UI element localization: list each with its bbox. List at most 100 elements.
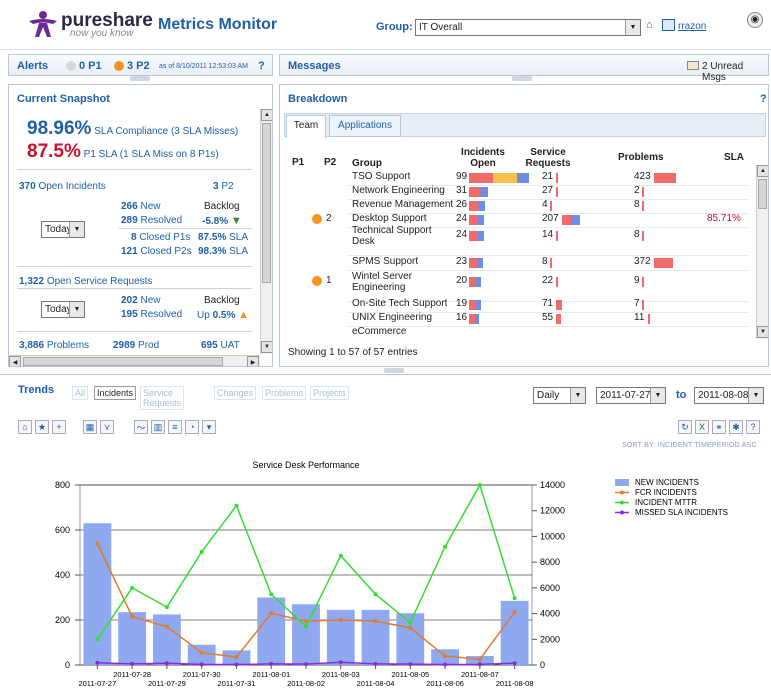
table-row[interactable]: Revenue Management 26 4 8 xyxy=(280,199,750,213)
series-point xyxy=(443,654,448,658)
hscroll-thumb[interactable] xyxy=(23,357,223,366)
bar-chart-icon[interactable]: ▥ xyxy=(151,420,165,434)
open-sr-count[interactable]: 1,322 xyxy=(19,276,44,287)
scroll-left-icon[interactable]: ◀ xyxy=(9,356,21,366)
sr-period-select[interactable]: Today ▼ xyxy=(41,301,85,318)
table-row[interactable]: eCommerce xyxy=(280,326,750,339)
row-group: TSO Support xyxy=(352,171,411,182)
col-incidents-open[interactable]: Incidents Open xyxy=(458,147,508,169)
plus-icon[interactable]: + xyxy=(52,420,66,434)
table-row[interactable]: 2 Desktop Support 24 207 85.71% xyxy=(280,213,750,227)
scroll-up-icon[interactable]: ▲ xyxy=(757,165,768,177)
excel-icon[interactable]: X xyxy=(695,420,709,434)
help-icon[interactable]: ? xyxy=(746,420,760,434)
chevron-down-icon: ▼ xyxy=(650,388,665,403)
p2-count[interactable]: 3 xyxy=(213,181,219,192)
table-row[interactable]: UNIX Engineering 16 55 11 xyxy=(280,312,750,326)
closed-p1-label: Closed P1s xyxy=(139,232,191,243)
scroll-thumb[interactable] xyxy=(262,123,271,283)
incidents-bar xyxy=(469,314,479,324)
incidents-bar xyxy=(469,300,481,310)
granularity-select[interactable]: Daily ▼ xyxy=(533,387,586,404)
col-service-requests[interactable]: Service Requests xyxy=(518,147,578,169)
alerts-p2[interactable]: 3 P2 xyxy=(127,60,150,72)
scroll-thumb[interactable] xyxy=(758,179,767,209)
trend-tab-all[interactable]: All xyxy=(72,386,89,400)
unread-messages[interactable]: 2 Unread Msgs xyxy=(702,61,768,83)
problems-count[interactable]: 3,886 xyxy=(19,340,44,351)
snapshot-hscrollbar[interactable]: ◀ ▶ xyxy=(9,355,260,366)
sr-resolved-label: Resolved xyxy=(140,309,183,320)
y2-tick-label: 4000 xyxy=(540,609,560,619)
col-p2[interactable]: P2 xyxy=(324,157,336,168)
grid-icon[interactable]: ▦ xyxy=(83,420,97,434)
trend-tab-projects[interactable]: Projects xyxy=(310,386,349,400)
sr-bar xyxy=(556,173,558,183)
line-chart-icon[interactable]: 〜 xyxy=(134,420,148,434)
filter-icon[interactable]: ⋎ xyxy=(100,420,114,434)
splitter-handle[interactable] xyxy=(130,76,150,81)
trend-tab-service-requests[interactable]: Service Requests xyxy=(140,386,185,410)
help-icon[interactable]: ? xyxy=(760,93,767,105)
link-icon[interactable]: ⚭ xyxy=(712,420,726,434)
trend-tab-incidents[interactable]: Incidents xyxy=(94,386,137,400)
breakdown-panel: Breakdown ? Team Applications P1 P2 Grou… xyxy=(279,84,769,367)
table-row[interactable]: TSO Support 99 21 423 xyxy=(280,171,750,185)
user-link[interactable]: rrazon xyxy=(678,21,706,32)
col-group[interactable]: Group xyxy=(352,158,382,169)
app-title: Metrics Monitor xyxy=(158,16,278,33)
breakdown-scrollbar[interactable]: ▲ ▼ xyxy=(756,165,768,339)
table-row[interactable]: SPMS Support 23 8 372 xyxy=(280,256,750,270)
scroll-right-icon[interactable]: ▶ xyxy=(247,356,259,366)
y2-tick-label: 2000 xyxy=(540,634,560,644)
home-icon[interactable]: ⌂ xyxy=(646,19,653,31)
bar-new-incidents xyxy=(257,597,286,665)
stacked-chart-icon[interactable]: ≡ xyxy=(168,420,182,434)
star-icon[interactable]: ★ xyxy=(35,420,49,434)
incident-period-select[interactable]: Today ▼ xyxy=(41,221,85,238)
pie-chart-icon[interactable]: ◔ xyxy=(185,420,199,434)
trend-tab-problems[interactable]: Problems xyxy=(262,386,307,400)
series-point xyxy=(199,650,204,655)
tab-applications[interactable]: Applications xyxy=(329,115,401,137)
y2-tick-label: 10000 xyxy=(540,531,565,541)
help-icon[interactable]: ? xyxy=(258,60,265,72)
trend-tab-changes[interactable]: Changes xyxy=(214,386,257,400)
sort-label[interactable]: SORT BY: INCIDENT TIMEPERIOD ASC xyxy=(622,442,757,449)
x-tick-label: 2011-07-31 xyxy=(218,679,256,688)
scroll-up-icon[interactable]: ▲ xyxy=(261,109,272,121)
gear-icon[interactable]: ✱ xyxy=(729,420,743,434)
breakdown-title: Breakdown xyxy=(288,93,348,105)
home-icon[interactable]: ⌂ xyxy=(18,420,32,434)
scroll-down-icon[interactable]: ▼ xyxy=(261,341,272,353)
p1-status-icon xyxy=(66,61,76,71)
date-to-select[interactable]: 2011-08-08 ▼ xyxy=(694,387,764,404)
table-row[interactable]: Technical Support Desk 24 14 8 xyxy=(280,225,750,247)
group-select[interactable]: IT Overall ▼ xyxy=(415,19,641,36)
splitter-handle[interactable] xyxy=(384,368,404,373)
sr-bar xyxy=(556,231,558,241)
backlog-label: Backlog xyxy=(204,201,240,212)
y-tick-label: 0 xyxy=(65,660,70,670)
open-incidents-count[interactable]: 370 xyxy=(19,181,36,192)
splitter-handle[interactable] xyxy=(512,76,532,81)
scroll-down-icon[interactable]: ▼ xyxy=(757,326,768,338)
col-problems[interactable]: Problems xyxy=(618,152,664,163)
settings-icon[interactable]: ◉ xyxy=(747,12,763,28)
col-p1[interactable]: P1 xyxy=(292,157,304,168)
series-point xyxy=(269,592,274,597)
refresh-icon[interactable]: ↻ xyxy=(678,420,692,434)
x-tick-label: 2011-08-05 xyxy=(391,670,429,679)
tab-team[interactable]: Team xyxy=(286,115,326,138)
table-row[interactable]: Network Engineering 31 27 2 xyxy=(280,185,750,199)
chevron-down-icon[interactable]: ▾ xyxy=(202,420,216,434)
envelope-icon xyxy=(687,61,699,70)
snapshot-scrollbar[interactable]: ▲ ▼ xyxy=(260,109,272,354)
incidents-bar xyxy=(469,231,484,241)
table-row[interactable]: 1 Wintel Server Engineering 20 22 9 xyxy=(280,271,750,293)
col-sla[interactable]: SLA xyxy=(724,152,744,163)
sr-period-value: Today xyxy=(45,304,72,315)
date-from-select[interactable]: 2011-07-27 ▼ xyxy=(596,387,666,404)
table-row[interactable]: On-Site Tech Support 19 71 7 xyxy=(280,298,750,312)
alerts-p1[interactable]: 0 P1 xyxy=(79,60,102,72)
